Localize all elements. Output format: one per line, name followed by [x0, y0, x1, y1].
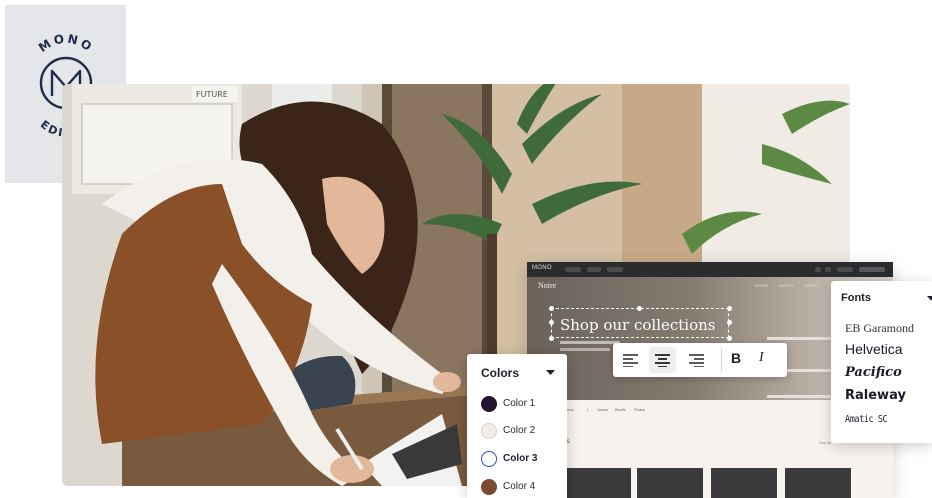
menu-divider: | [587, 407, 589, 412]
topbar-button[interactable] [837, 267, 853, 272]
menu-item[interactable]: Vases [597, 407, 608, 412]
align-left-icon [623, 354, 638, 367]
color-option-3[interactable]: Color 3 [481, 451, 565, 471]
color-swatch [481, 396, 497, 412]
product-thumbnail[interactable] [637, 468, 703, 498]
font-option-amatic-sc[interactable]: Amatic SC [845, 414, 888, 425]
resize-handle[interactable] [727, 320, 732, 325]
colors-panel-title: Colors [481, 366, 520, 380]
fonts-panel-title: Fonts [841, 292, 871, 304]
editor-logo: MONO [532, 265, 552, 271]
color-option-4[interactable]: Color 4 [481, 479, 565, 498]
product-thumbnail[interactable] [785, 468, 851, 498]
site-nav-about[interactable]: ABOUT [779, 283, 795, 288]
site-brand[interactable]: Noire [538, 281, 556, 290]
color-label: Color 3 [503, 453, 538, 464]
menu-item[interactable]: Plates [634, 407, 645, 412]
font-option-raleway[interactable]: Raleway [845, 388, 906, 403]
font-option-helvetica[interactable]: Helvetica [845, 341, 903, 357]
product-thumbnail[interactable] [711, 468, 777, 498]
topbar-menu-item[interactable] [607, 267, 623, 272]
see-all-link[interactable]: See all [819, 440, 831, 445]
color-label: Color 4 [503, 481, 536, 492]
colors-panel: Colors Color 1 Color 2 Color 3 Color 4 [467, 354, 567, 498]
fonts-panel: Fonts EB Garamond Helvetica Pacifico Ral… [831, 281, 932, 443]
hero-subtext [560, 348, 610, 351]
hero-subtext [560, 341, 620, 344]
resize-handle[interactable] [549, 320, 554, 325]
color-label: Color 2 [503, 425, 536, 436]
resize-handle[interactable] [549, 306, 554, 311]
color-option-1[interactable]: Color 1 [481, 396, 565, 416]
resize-handle[interactable] [549, 336, 554, 341]
color-swatch [481, 423, 497, 439]
badge-top-text: MONO [36, 31, 94, 55]
align-center-icon [655, 354, 670, 367]
color-swatch [481, 451, 497, 467]
svg-text:MONO: MONO [36, 31, 96, 55]
align-left-button[interactable] [617, 347, 644, 373]
align-right-button[interactable] [683, 347, 710, 373]
chevron-down-icon[interactable] [927, 296, 932, 301]
color-label: Color 1 [503, 398, 536, 409]
toolbar-divider [721, 349, 722, 371]
text-format-toolbar: B I [613, 343, 787, 377]
menu-item[interactable]: Bowls [615, 407, 626, 412]
font-option-eb-garamond[interactable]: EB Garamond [845, 321, 914, 336]
align-right-icon [689, 354, 704, 367]
site-nav-home[interactable]: HOME [755, 283, 769, 288]
resize-handle[interactable] [727, 306, 732, 311]
font-option-pacifico[interactable]: Pacifico [845, 365, 902, 380]
chevron-down-icon[interactable] [546, 370, 555, 376]
topbar-menu-item[interactable] [587, 267, 601, 272]
product-thumbnail[interactable] [565, 468, 631, 498]
bold-button[interactable]: B [731, 350, 741, 366]
wall-note-text: FUTURE [196, 90, 228, 99]
resize-handle[interactable] [727, 336, 732, 341]
topbar-icon[interactable] [815, 267, 821, 272]
topbar-menu-item[interactable] [565, 267, 581, 272]
align-center-button[interactable] [649, 347, 676, 373]
publish-button[interactable] [859, 267, 885, 272]
color-option-2[interactable]: Color 2 [481, 423, 565, 443]
hero-headline[interactable]: Shop our collections [560, 316, 716, 334]
site-nav-shop[interactable]: SHOP [805, 283, 818, 288]
topbar-icon[interactable] [825, 267, 831, 272]
italic-button[interactable]: I [759, 350, 764, 366]
color-swatch [481, 479, 497, 495]
resize-handle[interactable] [637, 306, 642, 311]
editor-topbar: MONO [527, 262, 893, 277]
